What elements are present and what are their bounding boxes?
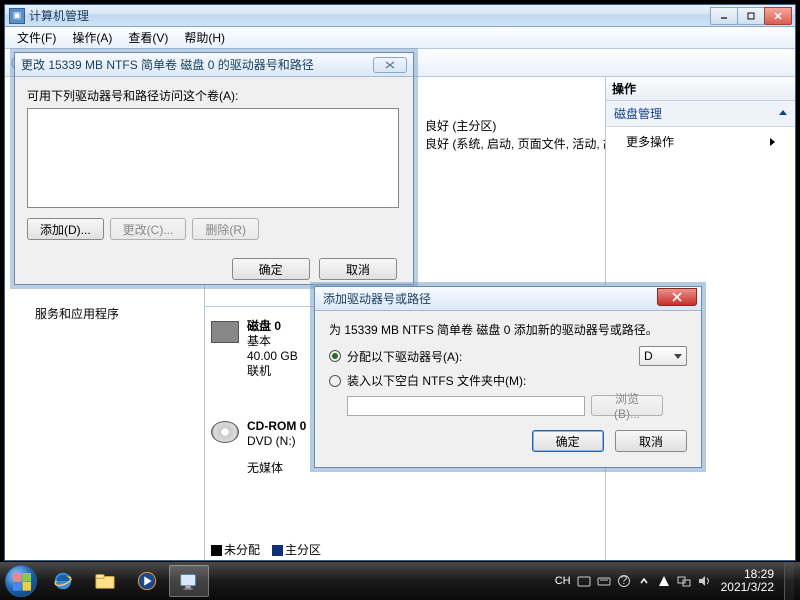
cdrom-title: CD-ROM 0 [247,419,306,434]
dialog1-titlebar[interactable]: 更改 15339 MB NTFS 简单卷 磁盘 0 的驱动器号和路径 [15,53,413,77]
actions-more-label: 更多操作 [626,133,674,150]
keyboard-icon[interactable] [597,574,611,588]
cdrom-icon [211,421,239,443]
taskbar-explorer[interactable] [85,565,125,597]
legend-primary-box [272,545,283,556]
add-drive-letter-dialog: 添加驱动器号或路径 为 15339 MB NTFS 简单卷 磁盘 0 添加新的驱… [314,286,702,468]
ime-icon[interactable] [577,574,591,588]
titlebar[interactable]: ▣ 计算机管理 [5,5,795,27]
action-center-icon[interactable] [657,574,671,588]
cancel-button[interactable]: 取消 [615,430,687,452]
chevron-right-icon [770,138,775,146]
collapse-icon [779,110,787,115]
dialog2-titlebar[interactable]: 添加驱动器号或路径 [315,287,701,311]
taskbar: CH ? 18:29 2021/3/22 [0,562,800,600]
radio-assign-letter[interactable] [329,350,341,362]
menu-file[interactable]: 文件(F) [9,26,64,49]
disk-status: 联机 [247,364,298,379]
actions-more[interactable]: 更多操作 [606,127,795,156]
disk-icon [211,321,239,343]
cancel-button[interactable]: 取消 [319,258,397,280]
clock-date: 2021/3/22 [721,581,774,594]
assign-letter-label: 分配以下驱动器号(A): [347,348,462,365]
legend-unalloc-box [211,545,222,556]
mount-folder-option[interactable]: 装入以下空白 NTFS 文件夹中(M): [329,372,687,389]
windows-logo-icon [5,565,37,597]
change-button: 更改(C)... [110,218,187,240]
disk-size: 40.00 GB [247,349,298,364]
legend: 未分配 主分区 [211,541,321,558]
actions-section[interactable]: 磁盘管理 [606,101,795,127]
minimize-button[interactable] [710,7,738,25]
actions-section-label: 磁盘管理 [614,105,662,122]
menu-action[interactable]: 操作(A) [64,26,120,49]
change-drive-letter-dialog: 更改 15339 MB NTFS 简单卷 磁盘 0 的驱动器号和路径 可用下列驱… [14,52,414,285]
volume-icon[interactable] [697,574,711,588]
menu-help[interactable]: 帮助(H) [176,26,233,49]
add-button[interactable]: 添加(D)... [27,218,104,240]
chevron-down-icon [674,354,682,359]
taskbar-ie[interactable] [43,565,83,597]
drive-paths-listbox[interactable] [27,108,399,208]
clock[interactable]: 18:29 2021/3/22 [717,568,778,594]
mount-folder-label: 装入以下空白 NTFS 文件夹中(M): [347,372,526,389]
start-button[interactable] [0,562,42,600]
help-icon[interactable]: ? [617,574,631,588]
menu-view[interactable]: 查看(V) [120,26,176,49]
dialog1-label: 可用下列驱动器号和路径访问这个卷(A): [27,87,401,104]
taskbar-media-player[interactable] [127,565,167,597]
legend-primary-label: 主分区 [285,543,321,557]
ime-indicator[interactable]: CH [555,575,571,587]
drive-letter-select[interactable]: D [639,346,687,366]
dialog1-title: 更改 15339 MB NTFS 简单卷 磁盘 0 的驱动器号和路径 [21,56,373,73]
dialog2-close-button[interactable] [657,288,697,306]
mount-path-input [347,396,585,416]
tree-item[interactable]: 服务和应用程序 [35,305,119,322]
system-tray: CH ? 18:29 2021/3/22 [555,562,800,600]
ok-button[interactable]: 确定 [532,430,604,452]
network-icon[interactable] [677,574,691,588]
show-desktop-button[interactable] [784,562,794,600]
browse-button: 浏览(B)... [591,395,663,416]
cdrom-status: 无媒体 [247,461,306,476]
tray-chevron-icon[interactable] [637,574,651,588]
legend-unalloc-label: 未分配 [224,543,260,557]
dialog2-description: 为 15339 MB NTFS 简单卷 磁盘 0 添加新的驱动器号或路径。 [329,321,687,338]
drive-letter-value: D [644,349,653,363]
taskbar-computer-management[interactable] [169,565,209,597]
cdrom-type: DVD (N:) [247,434,306,449]
assign-letter-option[interactable]: 分配以下驱动器号(A): D [329,346,687,366]
maximize-button[interactable] [737,7,765,25]
ok-button[interactable]: 确定 [232,258,310,280]
menubar: 文件(F) 操作(A) 查看(V) 帮助(H) [5,27,795,49]
app-icon: ▣ [9,8,25,24]
dialog1-close-button[interactable] [373,57,407,73]
remove-button: 删除(R) [192,218,259,240]
svg-text:?: ? [620,574,627,587]
actions-header: 操作 [606,77,795,101]
close-button[interactable] [764,7,792,25]
radio-mount-folder[interactable] [329,375,341,387]
disk-title: 磁盘 0 [247,319,298,334]
dialog2-title: 添加驱动器号或路径 [323,290,657,307]
window-title: 计算机管理 [29,7,711,24]
disk-type: 基本 [247,334,298,349]
